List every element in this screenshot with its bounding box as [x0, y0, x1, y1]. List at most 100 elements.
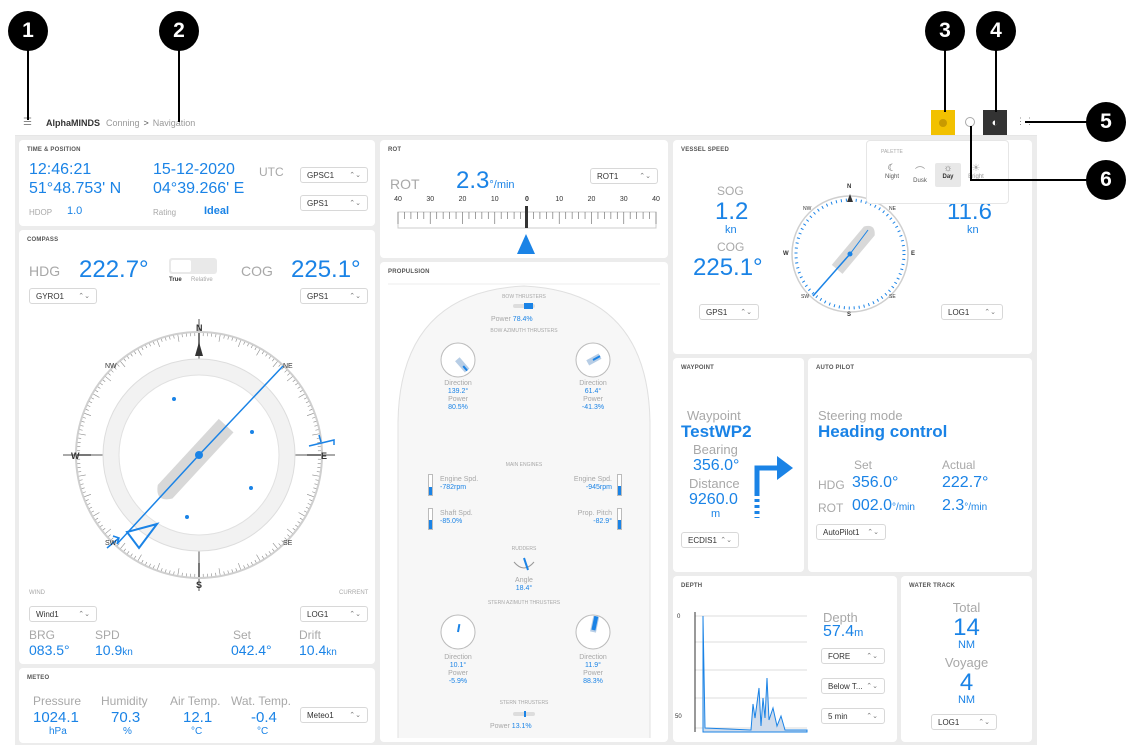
voyage-unit: NM: [957, 694, 976, 706]
chevron-icon: ⌃⌄: [984, 309, 996, 316]
alarm-button[interactable]: [931, 110, 955, 135]
select-value: ECDIS1: [688, 535, 717, 545]
shaft-fill: [429, 520, 432, 529]
latitude-value: 51°48.753' N: [29, 180, 122, 197]
current-source-select[interactable]: LOG1 ⌃⌄: [300, 606, 368, 622]
water-track-panel: WATER TRACK Total 14 NM Voyage 4 NM LOG1…: [901, 576, 1032, 742]
propulsion-panel: PROPULSION BOW THRUSTERS Power 78.4% BOW…: [380, 262, 668, 742]
chevron-icon: ⌃⌄: [866, 713, 878, 720]
palette-dusk[interactable]: ⌒ Dusk: [907, 163, 933, 187]
main-engines-title: MAIN ENGINES: [505, 462, 543, 468]
bell-icon: [939, 118, 947, 127]
autopilot-source-select[interactable]: AutoPilot1 ⌃⌄: [816, 524, 886, 540]
palette-option-label: Dusk: [913, 178, 927, 184]
power-label: Power: [583, 670, 603, 677]
compass-tick: [218, 568, 221, 577]
breadcrumb-conning[interactable]: Conning: [106, 118, 140, 128]
callout-5: 5: [1086, 102, 1126, 142]
depth-profile-line: [702, 615, 808, 733]
depth-panel: DEPTH 0 50 Depth 57.4m FORE ⌃⌄ Below T...…: [673, 576, 897, 742]
stern-azimuth-title: STERN AZIMUTH THRUSTERS: [487, 600, 561, 606]
prop-pitch-label: Prop. Pitch: [577, 510, 612, 517]
wind-source-select[interactable]: Wind1 ⌃⌄: [29, 606, 97, 622]
water-track-source-select[interactable]: LOG1 ⌃⌄: [931, 714, 997, 730]
chevron-icon: ⌃⌄: [740, 309, 752, 316]
direction-label: Direction: [579, 380, 607, 387]
marker-dot: [185, 515, 189, 519]
callout-line-6: [970, 179, 1087, 181]
hdop-value: 1.0: [67, 205, 83, 217]
callout-line-2: [178, 50, 180, 122]
bow-thruster-fill: [524, 303, 533, 309]
actual-column-label: Actual: [942, 458, 976, 472]
stern-power-value: 13.1%: [511, 723, 532, 730]
palette-bright[interactable]: ☀ Bright: [963, 163, 989, 187]
stern-azimuth-left-readout: Direction 10.1° Power -5.9%: [420, 654, 496, 686]
engine-left-fill: [429, 487, 432, 495]
breadcrumb-navigation[interactable]: Navigation: [153, 118, 196, 128]
hdop-label: HDOP: [29, 208, 53, 217]
compass-tick: [256, 554, 261, 562]
marker-dot: [250, 430, 254, 434]
drift-value-group: 10.4kn: [299, 642, 337, 658]
callout-4: 4: [976, 11, 1016, 51]
distance-label: Distance: [689, 476, 740, 491]
steering-mode-label: Steering mode: [818, 408, 903, 423]
compass-tick: [119, 360, 126, 368]
angle-label: Angle: [515, 577, 533, 584]
stern-azimuth-left-dial: [440, 614, 476, 650]
meteo-source-select[interactable]: Meteo1 ⌃⌄: [300, 707, 368, 723]
log-source-select[interactable]: LOG1 ⌃⌄: [941, 304, 1003, 320]
gps-source-select-1[interactable]: GPSC1 ⌃⌄: [300, 167, 368, 183]
palette-night[interactable]: ☾ Night: [879, 163, 905, 187]
select-value: Below T...: [828, 681, 863, 691]
rot-zero-marker: [525, 206, 528, 228]
compass-tick: [298, 512, 306, 517]
direction-value: 10.1°: [449, 662, 467, 669]
palette-title: PALETTE: [881, 149, 903, 155]
callout-line-3: [944, 50, 946, 112]
sog-source-select[interactable]: GPS1 ⌃⌄: [699, 304, 759, 320]
moon-icon: ☾: [887, 163, 897, 174]
panel-title: METEO: [27, 675, 50, 681]
power-value: -5.9%: [448, 678, 468, 685]
compass-tick: [312, 474, 321, 477]
callout-line-6b: [970, 126, 972, 180]
engine-right-bar: [617, 474, 622, 496]
panel-title: DEPTH: [681, 583, 703, 589]
depth-timespan-select[interactable]: 5 min ⌃⌄: [821, 708, 885, 724]
compass-tick: [177, 568, 180, 577]
ap-hdg-set: 356.0°: [852, 474, 899, 491]
select-value: LOG1: [948, 307, 970, 317]
compass-tick: [306, 412, 315, 416]
callout-2: 2: [159, 11, 199, 51]
select-value: 5 min: [828, 711, 848, 721]
stern-thruster-fill: [524, 711, 526, 717]
power-label: Power: [583, 396, 603, 403]
total-unit: NM: [957, 639, 976, 651]
brightness-icon: ◐: [991, 116, 999, 129]
pressure-value: 1024.1: [33, 709, 79, 726]
palette-day[interactable]: ☼ Day: [935, 163, 961, 187]
pressure-label: Pressure: [33, 694, 82, 708]
gps-source-select-2[interactable]: GPS1 ⌃⌄: [300, 195, 368, 211]
compass-tick: [77, 433, 86, 436]
engine-speed-label: Engine Spd.: [573, 476, 612, 483]
waypoint-source-select[interactable]: ECDIS1 ⌃⌄: [681, 532, 739, 548]
compass-tick: [92, 512, 100, 517]
southeast-label: SE: [283, 540, 293, 547]
depth-source-select[interactable]: FORE ⌃⌄: [821, 648, 885, 664]
power-value: -41.3%: [581, 404, 605, 411]
longitude-value: 04°39.266' E: [153, 180, 245, 197]
palette-button[interactable]: ◐: [983, 110, 1007, 135]
compass-tick: [104, 375, 112, 382]
compass-tick: [238, 562, 242, 571]
compass-panel: COMPASS HDG 222.7° True Relative COG 225…: [19, 230, 375, 664]
app-name: AlphaMINDS: [45, 117, 100, 128]
air-temp-unit: °C: [191, 726, 203, 737]
ap-hdg-actual: 222.7°: [942, 474, 989, 491]
drift-unit: kn: [326, 647, 337, 658]
set-column-label: Set: [854, 458, 873, 472]
bow-power-label: Power: [491, 316, 511, 323]
depth-reference-select[interactable]: Below T... ⌃⌄: [821, 678, 885, 694]
